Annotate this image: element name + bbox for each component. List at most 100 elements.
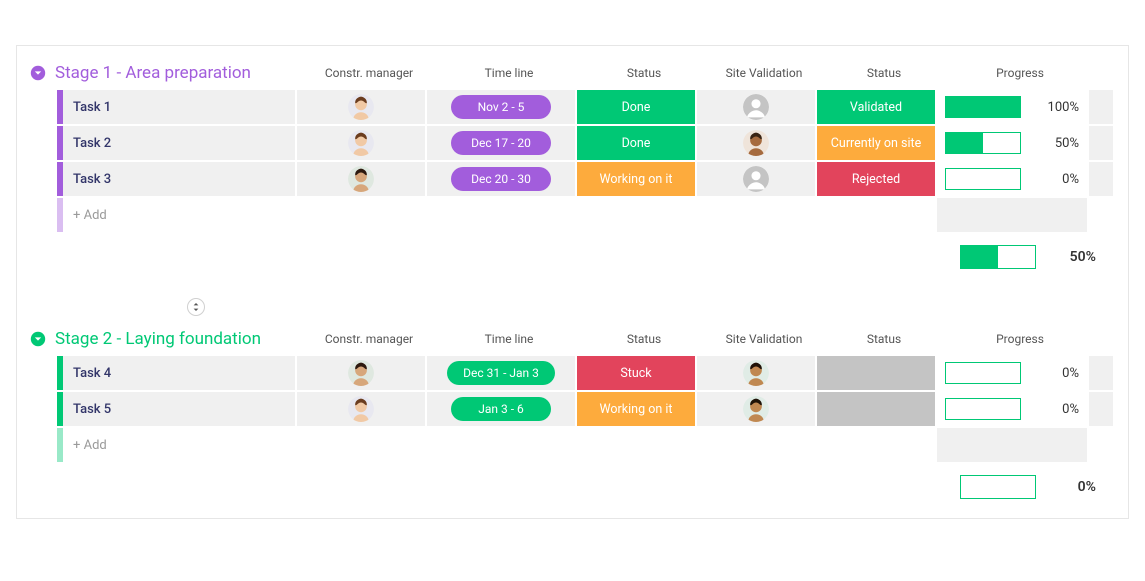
status2-cell[interactable]: Rejected (817, 162, 937, 196)
avatar (348, 130, 374, 156)
sort-handle-icon[interactable] (187, 298, 205, 316)
timeline-cell[interactable]: Dec 31 - Jan 3 (427, 356, 577, 390)
task-name-cell[interactable]: Task 2 (63, 126, 297, 160)
row-tail (1089, 198, 1113, 232)
status-badge: Currently on site (817, 126, 935, 160)
table-row[interactable]: Task 4 Dec 31 - Jan 3 Stuck (57, 356, 1128, 390)
progress-cell[interactable]: 100% (937, 90, 1089, 124)
empty-cell (817, 428, 937, 462)
empty-cell (297, 198, 427, 232)
table-row[interactable]: Task 5 Jan 3 - 6 Working on it (57, 392, 1128, 426)
empty-cell (697, 428, 817, 462)
site-validation-cell[interactable] (697, 90, 817, 124)
row-color-indicator (57, 428, 63, 462)
row-tail (1089, 392, 1113, 426)
summary-progress-label: 50% (1070, 249, 1096, 265)
avatar (348, 166, 374, 192)
empty-cell (577, 198, 697, 232)
col-header-manager[interactable]: Constr. manager (304, 62, 434, 84)
avatar (348, 360, 374, 386)
progress-cell[interactable]: 0% (937, 356, 1089, 390)
empty-cell (577, 428, 697, 462)
avatar (348, 396, 374, 422)
status-badge: Stuck (577, 356, 695, 390)
status-cell[interactable]: Done (577, 126, 697, 160)
summary-progress-label: 0% (1078, 479, 1096, 495)
col-header-timeline[interactable]: Time line (434, 328, 584, 350)
task-name-cell[interactable]: Task 3 (63, 162, 297, 196)
table-row[interactable]: Task 2 Dec 17 - 20 Done Currently on sit… (57, 126, 1128, 160)
col-header-status2[interactable]: Status (824, 328, 944, 350)
col-header-status[interactable]: Status (584, 328, 704, 350)
status2-cell[interactable]: Validated (817, 90, 937, 124)
collapse-caret-icon[interactable] (29, 330, 47, 348)
col-header-status[interactable]: Status (584, 62, 704, 84)
status-cell[interactable]: Stuck (577, 356, 697, 390)
row-color-indicator (57, 198, 63, 232)
timeline-pill: Dec 31 - Jan 3 (447, 361, 555, 385)
status-badge: Done (577, 90, 695, 124)
add-row[interactable]: + Add (57, 428, 1128, 462)
empty-cell (297, 428, 427, 462)
status2-cell[interactable] (817, 356, 937, 390)
task-name-cell[interactable]: Task 5 (63, 392, 297, 426)
col-header-progress[interactable]: Progress (944, 62, 1096, 84)
progress-cell[interactable]: 0% (937, 392, 1089, 426)
status-badge: Working on it (577, 162, 695, 196)
col-header-tail (1096, 62, 1120, 84)
task-name-cell[interactable]: Task 4 (63, 356, 297, 390)
status-badge: Rejected (817, 162, 935, 196)
col-header-status2[interactable]: Status (824, 62, 944, 84)
col-header-site-validation[interactable]: Site Validation (704, 328, 824, 350)
status-cell[interactable]: Working on it (577, 162, 697, 196)
manager-cell[interactable] (297, 356, 427, 390)
progress-cell[interactable]: 0% (937, 162, 1089, 196)
site-validation-cell[interactable] (697, 392, 817, 426)
manager-cell[interactable] (297, 90, 427, 124)
add-row-label[interactable]: + Add (63, 428, 297, 462)
task-name-cell[interactable]: Task 1 (63, 90, 297, 124)
progress-bar (945, 168, 1021, 190)
site-validation-cell[interactable] (697, 126, 817, 160)
status-cell[interactable]: Done (577, 90, 697, 124)
group-title[interactable]: Stage 1 - Area preparation (55, 63, 251, 83)
avatar (743, 360, 769, 386)
manager-cell[interactable] (297, 126, 427, 160)
status-cell[interactable]: Working on it (577, 392, 697, 426)
progress-label: 0% (1062, 172, 1079, 187)
group: Stage 1 - Area preparation Constr. manag… (17, 46, 1128, 288)
timeline-pill: Dec 17 - 20 (451, 131, 551, 155)
col-header-timeline[interactable]: Time line (434, 62, 584, 84)
progress-bar (960, 475, 1036, 499)
group-title[interactable]: Stage 2 - Laying foundation (55, 329, 261, 349)
col-header-progress[interactable]: Progress (944, 328, 1096, 350)
row-tail (1089, 356, 1113, 390)
collapse-caret-icon[interactable] (29, 64, 47, 82)
site-validation-cell[interactable] (697, 356, 817, 390)
add-row-label[interactable]: + Add (63, 198, 297, 232)
col-header-manager[interactable]: Constr. manager (304, 328, 434, 350)
row-tail (1089, 162, 1113, 196)
progress-label: 0% (1062, 402, 1079, 417)
col-header-site-validation[interactable]: Site Validation (704, 62, 824, 84)
status2-cell[interactable] (817, 392, 937, 426)
manager-cell[interactable] (297, 392, 427, 426)
table-row[interactable]: Task 3 Dec 20 - 30 Working on it Rejecte… (57, 162, 1128, 196)
timeline-cell[interactable]: Nov 2 - 5 (427, 90, 577, 124)
progress-bar (945, 132, 1021, 154)
progress-label: 0% (1062, 366, 1079, 381)
table-row[interactable]: Task 1 Nov 2 - 5 Done Validated (57, 90, 1128, 124)
timeline-cell[interactable]: Dec 17 - 20 (427, 126, 577, 160)
status2-cell[interactable]: Currently on site (817, 126, 937, 160)
site-validation-cell[interactable] (697, 162, 817, 196)
avatar (743, 130, 769, 156)
timeline-cell[interactable]: Dec 20 - 30 (427, 162, 577, 196)
group-header: Stage 1 - Area preparation Constr. manag… (17, 52, 1128, 90)
status-badge: Validated (817, 90, 935, 124)
progress-cell[interactable]: 50% (937, 126, 1089, 160)
progress-bar (945, 362, 1021, 384)
manager-cell[interactable] (297, 162, 427, 196)
add-row[interactable]: + Add (57, 198, 1128, 232)
group-summary: 50% (17, 234, 1128, 288)
timeline-cell[interactable]: Jan 3 - 6 (427, 392, 577, 426)
